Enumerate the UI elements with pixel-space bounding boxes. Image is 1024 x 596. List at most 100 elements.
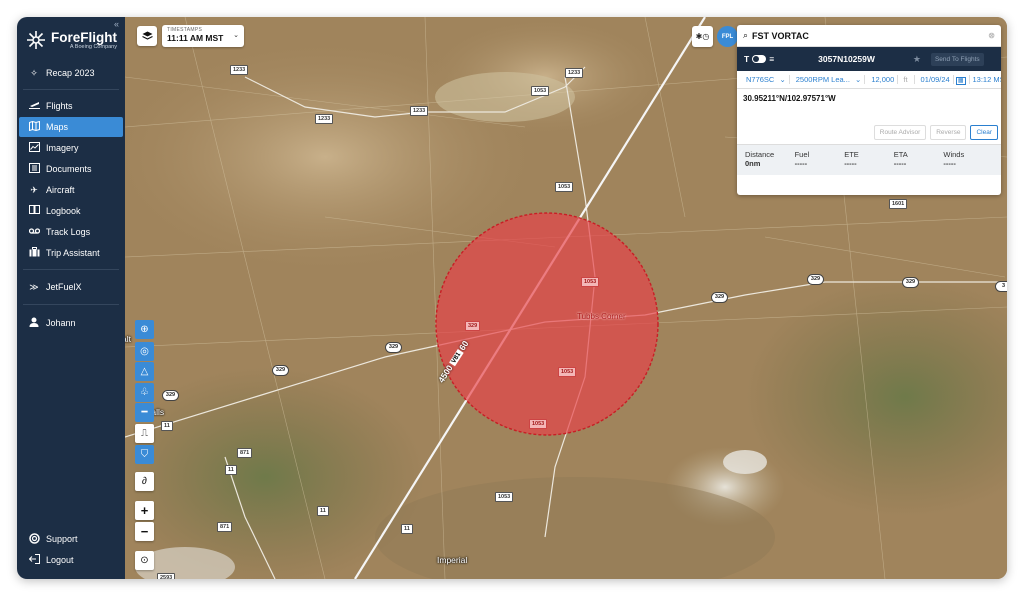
sidebar-item-documents[interactable]: Documents: [19, 159, 123, 179]
road-label: 1053: [531, 86, 550, 96]
sidebar-item-flights[interactable]: Flights: [19, 96, 123, 116]
divider: [23, 304, 119, 305]
time-field[interactable]: 13:12 MST: [970, 75, 1002, 84]
sidebar-item-support[interactable]: Support: [19, 529, 123, 549]
zoom-in-button[interactable]: +: [135, 501, 154, 520]
stat-label: Fuel: [794, 150, 810, 159]
stat-label: Distance: [745, 150, 775, 159]
place-label: alt: [125, 334, 131, 344]
stat-ete: ETE -----: [844, 150, 894, 170]
list-mode-icon[interactable]: ≡: [769, 54, 774, 64]
sidebar-item-maps[interactable]: Maps: [19, 117, 123, 137]
layers-icon: [141, 31, 153, 40]
sidebar-item-label: Track Logs: [46, 227, 91, 237]
sidebar-item-aircraft[interactable]: ✈ Aircraft: [19, 180, 123, 200]
road-label: 329: [465, 321, 481, 331]
clear-search-icon[interactable]: ⊗: [988, 31, 995, 40]
fpl-button[interactable]: FPL: [717, 26, 738, 47]
stat-value: -----: [794, 159, 808, 168]
clear-button[interactable]: Clear: [970, 125, 998, 140]
route-id: 3057N10259W: [818, 54, 875, 64]
tool-shield-icon[interactable]: ⛉: [135, 445, 154, 464]
star-icon[interactable]: ★: [913, 54, 921, 65]
stat-winds: Winds -----: [943, 150, 993, 170]
map-settings-button[interactable]: ✱◷: [692, 26, 713, 47]
sidebar-item-trip-assistant[interactable]: Trip Assistant: [19, 243, 123, 263]
tail-number: N776SC: [746, 75, 775, 84]
tool-rings-icon[interactable]: ◎: [135, 342, 154, 361]
foreflight-logo[interactable]: ForeFlight A Boeing Company: [25, 29, 117, 51]
route-header: T ≡ 3057N10259W ★ Send To Flights: [737, 47, 1001, 71]
departure-date: 01/09/24: [917, 75, 954, 84]
route-stats: Distance 0nm Fuel ----- ETE ----- ETA ----- …: [737, 145, 1001, 175]
calendar-icon[interactable]: ▦: [955, 77, 966, 85]
map-canvas[interactable]: 1233 1233 1233 1233 1053 1053 1053 1601 …: [125, 17, 1007, 579]
search-bar[interactable]: ⌕ FST VORTAC ⊗: [737, 25, 1001, 47]
stat-value: -----: [844, 159, 857, 168]
zoom-out-button[interactable]: −: [135, 522, 154, 541]
send-to-flights-button[interactable]: Send To Flights: [930, 52, 984, 66]
aircraft-select[interactable]: N776SC ⌄: [740, 75, 790, 84]
app-window: « ForeFlight A Boeing Company ✧ Recap 20…: [17, 17, 1007, 579]
stat-label: ETE: [844, 150, 859, 159]
sidebar-item-label: Recap 2023: [46, 68, 95, 78]
chart-icon: [28, 142, 40, 154]
sidebar-item-label: Johann: [46, 318, 76, 328]
search-icon: ⌕: [743, 30, 749, 40]
divider: [23, 269, 119, 270]
stat-fuel: Fuel -----: [795, 150, 845, 170]
highway-shield: 3: [995, 281, 1007, 292]
reverse-button[interactable]: Reverse: [930, 125, 967, 140]
timestamps-selector[interactable]: TIMESTAMPS 11:11 AM MST ⌄: [162, 25, 244, 47]
sidebar-item-logout[interactable]: Logout: [19, 550, 123, 570]
fast-forward-icon: ≫: [29, 282, 39, 292]
sidebar-item-recap[interactable]: ✧ Recap 2023: [19, 63, 123, 83]
sidebar-item-label: Maps: [46, 122, 69, 132]
altitude-field[interactable]: 12,000 ft: [865, 75, 915, 84]
view-toggle[interactable]: [752, 55, 767, 63]
sidebar-item-imagery[interactable]: Imagery: [19, 138, 123, 158]
plane-takeoff-icon: [28, 100, 40, 112]
sidebar: « ForeFlight A Boeing Company ✧ Recap 20…: [17, 17, 125, 579]
locate-icon[interactable]: ⊙: [135, 551, 154, 570]
road-label: 1601: [889, 199, 908, 209]
stat-distance: Distance 0nm: [745, 150, 795, 170]
road-label: 1053: [495, 492, 514, 502]
highway-shield: 329: [807, 274, 824, 285]
road-label: 1053: [529, 419, 548, 429]
user-icon: [28, 317, 40, 329]
divider: [23, 89, 119, 90]
track-icon: [28, 226, 40, 238]
sidebar-item-label: Logout: [46, 555, 74, 565]
layers-button[interactable]: [137, 26, 157, 46]
stat-label: Winds: [943, 150, 965, 159]
sparkle-icon: ✧: [30, 68, 38, 78]
tool-tree-icon[interactable]: ♧: [135, 383, 154, 402]
road-label: 1053: [581, 277, 600, 287]
measure-route-icon[interactable]: ∂: [135, 472, 154, 491]
flight-plan-panel: ⌕ FST VORTAC ⊗ T ≡ 3057N10259W ★ Send To…: [737, 25, 1001, 195]
sidebar-item-track-logs[interactable]: Track Logs: [19, 222, 123, 242]
tool-direct-to-icon[interactable]: ⊕: [135, 320, 154, 339]
foreflight-logo-icon: [27, 31, 45, 49]
timestamp-value: 11:11 AM MST: [167, 33, 224, 43]
route-advisor-button[interactable]: Route Advisor: [873, 125, 927, 140]
route-text[interactable]: 30.95211°N/102.97571°W Route Advisor Rev…: [737, 89, 1001, 145]
sidebar-item-jetfuelx[interactable]: ≫ JetFuelX: [19, 277, 123, 297]
performance-profile-select[interactable]: 2500RPM Lea... ⌄: [790, 75, 866, 84]
tool-triangle-icon[interactable]: △: [135, 362, 154, 381]
text-mode-icon[interactable]: T: [744, 54, 749, 64]
lifebuoy-icon: [28, 533, 40, 545]
sidebar-item-user[interactable]: Johann: [19, 313, 123, 333]
tool-profile-icon[interactable]: ━: [135, 403, 154, 422]
sidebar-item-logbook[interactable]: Logbook: [19, 201, 123, 221]
tool-altitude-profile-icon[interactable]: ⎍: [135, 424, 154, 443]
road-label: 1233: [230, 65, 249, 75]
road-label: 871: [217, 522, 233, 532]
collapse-sidebar-icon[interactable]: «: [114, 19, 119, 29]
sidebar-item-label: Aircraft: [46, 185, 75, 195]
road-label: 11: [317, 506, 329, 516]
stat-value: -----: [943, 159, 956, 168]
date-field[interactable]: 01/09/24 ▦: [915, 75, 970, 85]
search-input[interactable]: FST VORTAC: [752, 31, 809, 41]
